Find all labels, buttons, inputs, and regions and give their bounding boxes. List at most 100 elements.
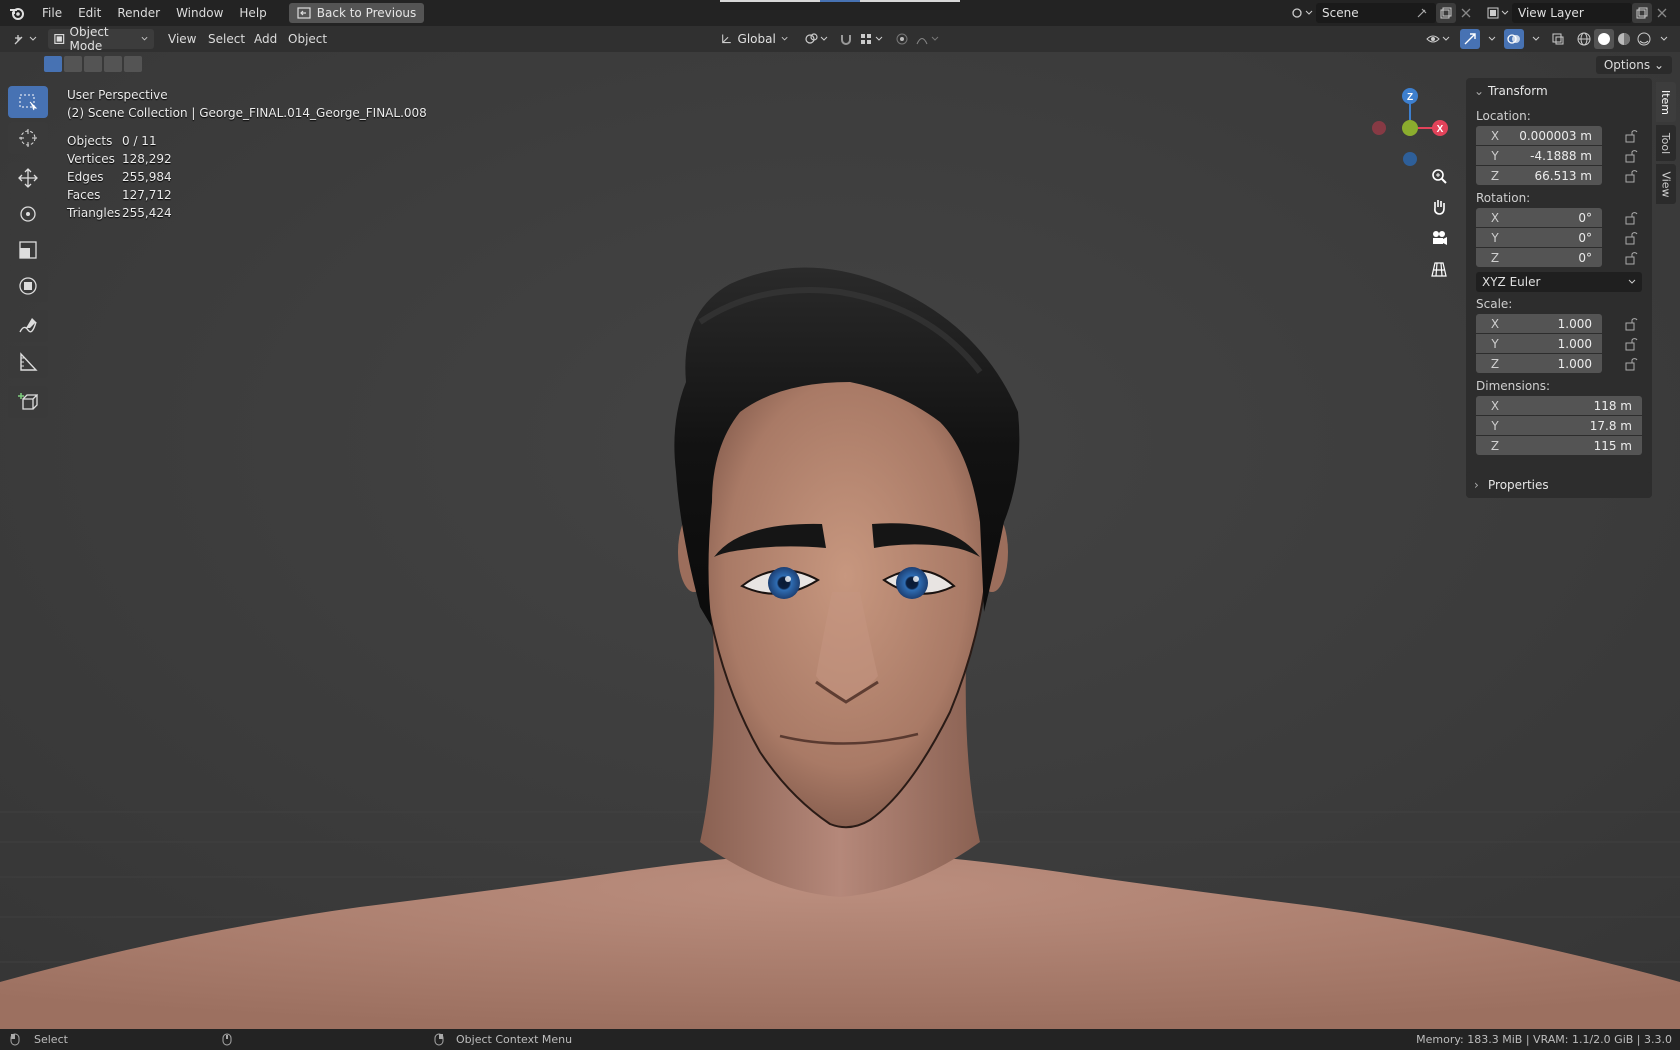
delete-scene-icon[interactable] <box>1456 3 1476 23</box>
ortho-grid-icon[interactable] <box>1425 255 1453 283</box>
rotate-tool[interactable] <box>8 198 48 230</box>
delete-view-layer-icon[interactable] <box>1652 3 1672 23</box>
stat-row: Faces 127,712 <box>67 186 427 204</box>
new-scene-icon[interactable] <box>1436 3 1456 23</box>
rotation-mode-dropdown[interactable]: XYZ Euler <box>1476 272 1642 292</box>
rotation-z-field[interactable]: Z 0° <box>1476 248 1602 267</box>
gizmo-neg-x-icon[interactable] <box>1372 121 1386 135</box>
menu-add[interactable]: Add <box>254 26 277 52</box>
overlays-toggle-icon[interactable] <box>1504 29 1524 49</box>
measure-tool[interactable] <box>8 346 48 378</box>
dimensions-x-field[interactable]: X 118 m <box>1476 396 1642 415</box>
workspace-tabs-strip[interactable] <box>720 0 960 2</box>
pivot-point-icon[interactable] <box>802 29 832 49</box>
scene-browse-icon[interactable] <box>1288 3 1316 23</box>
pan-hand-icon[interactable] <box>1425 193 1453 221</box>
select-subtract-icon[interactable] <box>84 56 102 72</box>
stat-row: Objects 0 / 11 <box>67 132 427 150</box>
properties-header[interactable]: › Properties <box>1466 472 1652 498</box>
chevron-down-icon[interactable] <box>1482 29 1502 49</box>
rotation-x-field[interactable]: X 0° <box>1476 208 1602 227</box>
lock-icon[interactable] <box>1624 129 1638 143</box>
move-tool[interactable] <box>8 162 48 194</box>
chevron-down-icon[interactable] <box>1654 29 1674 49</box>
mouse-middle-icon <box>222 1033 232 1046</box>
zoom-icon[interactable] <box>1425 162 1453 190</box>
lock-icon[interactable] <box>1624 169 1638 183</box>
snap-toggle-icon[interactable] <box>836 29 856 49</box>
object-mode-icon <box>54 34 65 44</box>
menu-view[interactable]: View <box>168 26 196 52</box>
mode-selector[interactable]: Object Mode <box>48 25 154 53</box>
camera-icon[interactable] <box>1425 224 1453 252</box>
rendered-shading-icon[interactable] <box>1634 29 1654 49</box>
lock-icon[interactable] <box>1624 231 1638 245</box>
transform-orientation-dropdown[interactable]: Global <box>714 29 794 49</box>
gizmo-y-icon[interactable] <box>1402 120 1418 136</box>
location-x-field[interactable]: X 0.000003 m <box>1476 126 1602 145</box>
chevron-down-icon[interactable] <box>1526 29 1546 49</box>
select-difference-icon[interactable] <box>104 56 122 72</box>
tab-label: View <box>1659 170 1673 198</box>
select-box-tool[interactable] <box>8 86 48 118</box>
navigation-gizmo[interactable]: Z X <box>1365 84 1455 174</box>
menu-select[interactable]: Select <box>208 26 245 52</box>
transform-tool[interactable] <box>8 270 48 302</box>
menu-window[interactable]: Window <box>168 0 231 26</box>
lock-icon[interactable] <box>1624 211 1638 225</box>
transform-header[interactable]: ⌄ Transform <box>1466 78 1652 104</box>
tab-item[interactable]: Item <box>1656 82 1676 122</box>
scale-y-field[interactable]: Y 1.000 <box>1476 334 1602 353</box>
lock-icon[interactable] <box>1624 357 1638 371</box>
snap-element-icon[interactable] <box>858 29 888 49</box>
tab-tool[interactable]: Tool <box>1656 125 1676 161</box>
tab-view[interactable]: View <box>1656 164 1676 204</box>
menu-edit[interactable]: Edit <box>70 0 109 26</box>
options-dropdown[interactable]: Options ⌄ <box>1595 56 1672 74</box>
view-layer-field[interactable]: View Layer <box>1512 3 1632 23</box>
lock-icon[interactable] <box>1624 149 1638 163</box>
add-cube-tool[interactable] <box>8 386 48 418</box>
menu-file[interactable]: File <box>34 0 70 26</box>
pin-icon[interactable] <box>1412 3 1432 23</box>
gizmo-toggle-icon[interactable] <box>1460 29 1480 49</box>
stat-value: 0 / 11 <box>122 134 157 148</box>
dimensions-z-field[interactable]: Z 115 m <box>1476 436 1642 455</box>
falloff-icon[interactable] <box>914 29 944 49</box>
dimensions-y-field[interactable]: Y 17.8 m <box>1476 416 1642 435</box>
location-z-field[interactable]: Z 66.513 m <box>1476 166 1602 185</box>
lock-icon[interactable] <box>1624 317 1638 331</box>
scale-x-field[interactable]: X 1.000 <box>1476 314 1602 333</box>
solid-shading-icon[interactable] <box>1594 29 1614 49</box>
select-extend-icon[interactable] <box>64 56 82 72</box>
editor-type-icon[interactable] <box>10 29 40 49</box>
proportional-editing-icon[interactable] <box>892 29 912 49</box>
visibility-icon[interactable] <box>1424 29 1454 49</box>
lock-icon[interactable] <box>1624 251 1638 265</box>
scale-tool[interactable] <box>8 234 48 266</box>
cursor-tool[interactable] <box>8 122 48 154</box>
xray-toggle-icon[interactable] <box>1548 29 1568 49</box>
lock-icon[interactable] <box>1624 337 1638 351</box>
gizmo-neg-z-icon[interactable] <box>1403 152 1417 166</box>
move-icon <box>18 168 38 188</box>
stat-label: Objects <box>67 134 113 148</box>
select-box-icon <box>19 94 38 111</box>
back-to-previous-button[interactable]: Back to Previous <box>288 3 425 23</box>
wireframe-shading-icon[interactable] <box>1574 29 1594 49</box>
location-y-field[interactable]: Y -4.1888 m <box>1476 146 1602 165</box>
view-layer-browse-icon[interactable] <box>1484 3 1512 23</box>
menu-render[interactable]: Render <box>109 0 168 26</box>
3d-viewport[interactable]: Options ⌄ User Perspective (2) Scene Col… <box>0 52 1680 1029</box>
back-icon <box>297 7 311 19</box>
menu-help[interactable]: Help <box>231 0 274 26</box>
select-intersect-icon[interactable] <box>124 56 142 72</box>
scale-z-field[interactable]: Z 1.000 <box>1476 354 1602 373</box>
menu-object[interactable]: Object <box>288 26 327 52</box>
select-new-icon[interactable] <box>44 56 62 72</box>
blender-logo-icon[interactable] <box>0 0 34 26</box>
annotate-tool[interactable] <box>8 310 48 342</box>
material-shading-icon[interactable] <box>1614 29 1634 49</box>
rotation-y-field[interactable]: Y 0° <box>1476 228 1602 247</box>
new-view-layer-icon[interactable] <box>1632 3 1652 23</box>
